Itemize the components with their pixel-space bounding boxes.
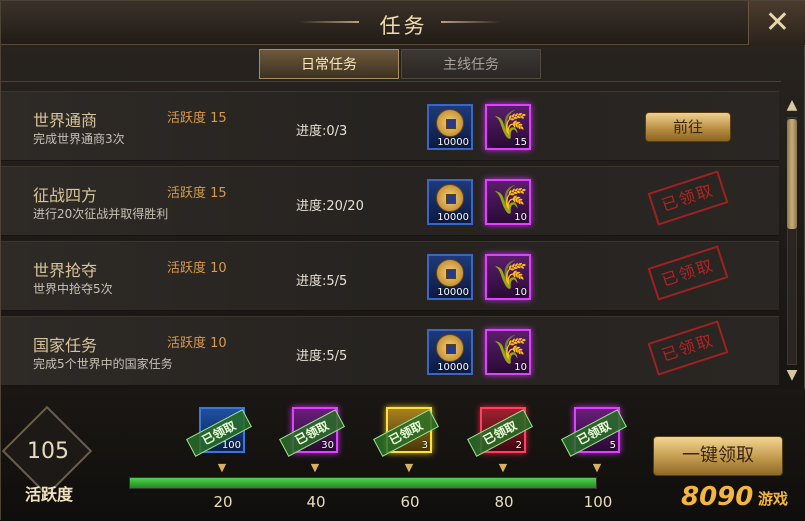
copper-coin-icon[interactable]: 10000: [427, 254, 473, 300]
milestone-chest[interactable]: 5 已领取: [561, 407, 627, 457]
milestone-chest[interactable]: 3 已领取: [373, 407, 439, 457]
task-row: 国家任务 完成5个世界中的国家任务 活跃度 10 进度:5/5 10000 🌾 …: [1, 316, 779, 386]
title-bar: 任务 ✕: [1, 1, 805, 45]
reward-count: 10000: [437, 137, 469, 148]
task-progress: 进度:0/3: [296, 124, 348, 139]
reward-count: 10: [514, 212, 527, 223]
claim-all-button[interactable]: 一键领取: [653, 436, 783, 476]
tab-daily-tasks[interactable]: 日常任务: [259, 49, 399, 79]
activity-value: 105: [27, 439, 69, 464]
copper-coin-icon[interactable]: 10000: [427, 179, 473, 225]
window-title: 任务: [379, 14, 428, 38]
task-desc: 完成5个世界中的国家任务: [33, 357, 173, 371]
coin-disc: [436, 184, 464, 212]
task-activity: 活跃度 15: [167, 111, 227, 126]
reward-count: 10000: [437, 212, 469, 223]
chevron-down-icon: ▼: [592, 461, 602, 474]
activity-progress-fill: [130, 478, 596, 488]
milestone-threshold: 80: [494, 493, 514, 511]
task-name: 征战四方: [33, 186, 98, 205]
reward-count: 10000: [437, 287, 469, 298]
title-ornament-right: [441, 21, 501, 23]
milestone-threshold: 100: [583, 493, 613, 511]
claimed-stamp: 已领取: [647, 320, 729, 376]
chest-count: 3: [421, 440, 428, 451]
wheat-icon[interactable]: 🌾 15: [485, 104, 531, 150]
task-activity: 活跃度 10: [167, 336, 227, 351]
task-progress: 进度:5/5: [296, 274, 348, 289]
task-activity: 活跃度 10: [167, 261, 227, 276]
task-progress: 进度:5/5: [296, 349, 348, 364]
activity-label: 活跃度: [24, 485, 73, 504]
copper-coin-icon[interactable]: 10000: [427, 104, 473, 150]
chest-count: 100: [221, 440, 241, 451]
chevron-down-icon: ▼: [217, 461, 227, 474]
chevron-down-icon: ▼: [404, 461, 414, 474]
task-progress: 进度:20/20: [296, 199, 364, 214]
reward-count: 10000: [437, 362, 469, 373]
watermark-logo: 8090: [681, 482, 754, 512]
chevron-down-icon: ▼: [498, 461, 508, 474]
wheat-icon[interactable]: 🌾 10: [485, 254, 531, 300]
watermark-suffix: 游戏: [758, 490, 789, 508]
task-name: 国家任务: [33, 336, 98, 355]
coin-disc: [436, 334, 464, 362]
milestone-threshold: 60: [400, 493, 420, 511]
task-desc: 世界中抢夺5次: [33, 282, 113, 296]
task-name: 世界通商: [33, 111, 98, 130]
milestone-chest[interactable]: 2 已领取: [467, 407, 533, 457]
scrollbar-thumb[interactable]: [787, 119, 797, 229]
task-desc: 进行20次征战并取得胜利: [33, 207, 169, 221]
reward-count: 15: [514, 137, 527, 148]
chest-count: 5: [609, 440, 616, 451]
chest-count: 2: [515, 440, 522, 451]
wheat-icon[interactable]: 🌾 10: [485, 179, 531, 225]
wheat-icon[interactable]: 🌾 10: [485, 329, 531, 375]
go-button[interactable]: 前往: [645, 112, 731, 142]
task-row: 世界抢夺 世界中抢夺5次 活跃度 10 进度:5/5 10000 🌾 10 已领…: [1, 241, 779, 311]
task-row: 征战四方 进行20次征战并取得胜利 活跃度 15 进度:20/20 10000 …: [1, 166, 779, 236]
task-activity: 活跃度 15: [167, 186, 227, 201]
chevron-down-icon: ▼: [310, 461, 320, 474]
tab-main-tasks[interactable]: 主线任务: [401, 49, 541, 79]
scroll-up-arrow[interactable]: ▲: [783, 97, 801, 115]
task-desc: 完成世界通商3次: [33, 132, 125, 146]
task-name: 世界抢夺: [33, 261, 98, 280]
task-row: 世界通商 完成世界通商3次 活跃度 15 进度:0/3 10000 🌾 15 前…: [1, 91, 779, 161]
milestone-chest[interactable]: 100 已领取: [186, 407, 252, 457]
milestone-chest[interactable]: 30 已领取: [279, 407, 345, 457]
tab-divider: [1, 81, 781, 82]
task-window: 任务 ✕ 日常任务 主线任务 世界通商 完成世界通商3次 活跃度 15 进度:0…: [0, 0, 805, 521]
milestone-threshold: 40: [306, 493, 326, 511]
scroll-down-arrow[interactable]: ▼: [783, 367, 801, 385]
reward-count: 10: [514, 287, 527, 298]
milestone-threshold: 20: [213, 493, 233, 511]
reward-count: 10: [514, 362, 527, 373]
chest-count: 30: [321, 440, 334, 451]
coin-disc: [436, 109, 464, 137]
copper-coin-icon[interactable]: 10000: [427, 329, 473, 375]
claimed-stamp: 已领取: [647, 245, 729, 301]
close-button[interactable]: ✕: [748, 1, 805, 45]
coin-disc: [436, 259, 464, 287]
claimed-stamp: 已领取: [647, 170, 729, 226]
